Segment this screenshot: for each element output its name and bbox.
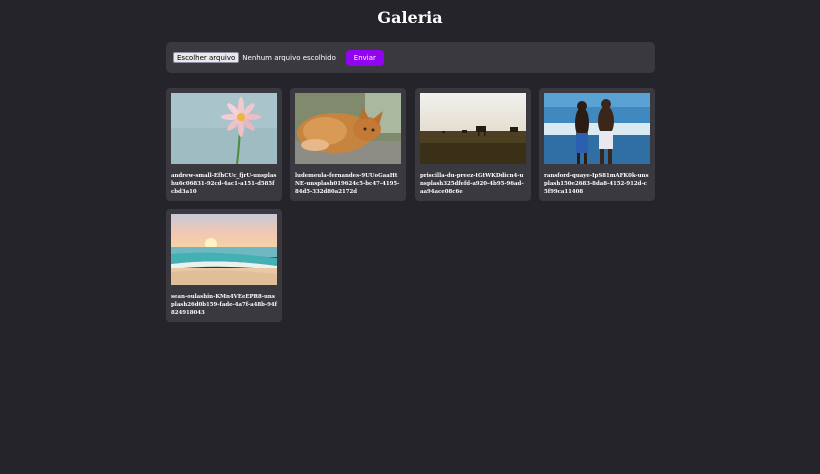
image-caption: ransford-quaye-IpS81mAFK0k-unsplash150e2… [544, 173, 649, 195]
image-caption: andrew-small-EfhCUc_fjrU-unsplashu6c0683… [171, 173, 277, 195]
choose-file-button[interactable]: Escolher arquivo [173, 52, 240, 63]
couple-beach-photo [544, 93, 650, 164]
orange-cat-photo [295, 93, 401, 164]
submit-button[interactable]: Enviar [345, 49, 384, 66]
gallery-card[interactable]: ransford-quaye-IpS81mAFK0k-unsplash150e2… [539, 88, 655, 201]
gallery-card[interactable]: andrew-small-EfhCUc_fjrU-unsplashu6c0683… [166, 88, 282, 201]
gallery-card[interactable]: ludemeula-fernandes-9UUoGaaHtNE-unsplash… [290, 88, 406, 201]
pink-flower-photo [171, 93, 277, 164]
image-caption: priscilla-du-preez-tGtWKDdicn4-unsplash3… [420, 173, 524, 195]
beach-sunset-photo [171, 214, 277, 285]
file-status-label: Nenhum arquivo escolhido [242, 53, 336, 62]
cattle-field-sunset-photo [420, 93, 526, 164]
gallery-card[interactable]: sean-oulashin-KMn4VEeEPR8-unsplash26d0b1… [166, 209, 282, 322]
upload-form: Escolher arquivo Nenhum arquivo escolhid… [166, 42, 655, 73]
image-caption: sean-oulashin-KMn4VEeEPR8-unsplash26d0b1… [171, 294, 277, 316]
page-title: Galeria [377, 8, 443, 27]
gallery-card[interactable]: priscilla-du-preez-tGtWKDdicn4-unsplash3… [415, 88, 531, 201]
image-caption: ludemeula-fernandes-9UUoGaaHtNE-unsplash… [295, 173, 400, 195]
